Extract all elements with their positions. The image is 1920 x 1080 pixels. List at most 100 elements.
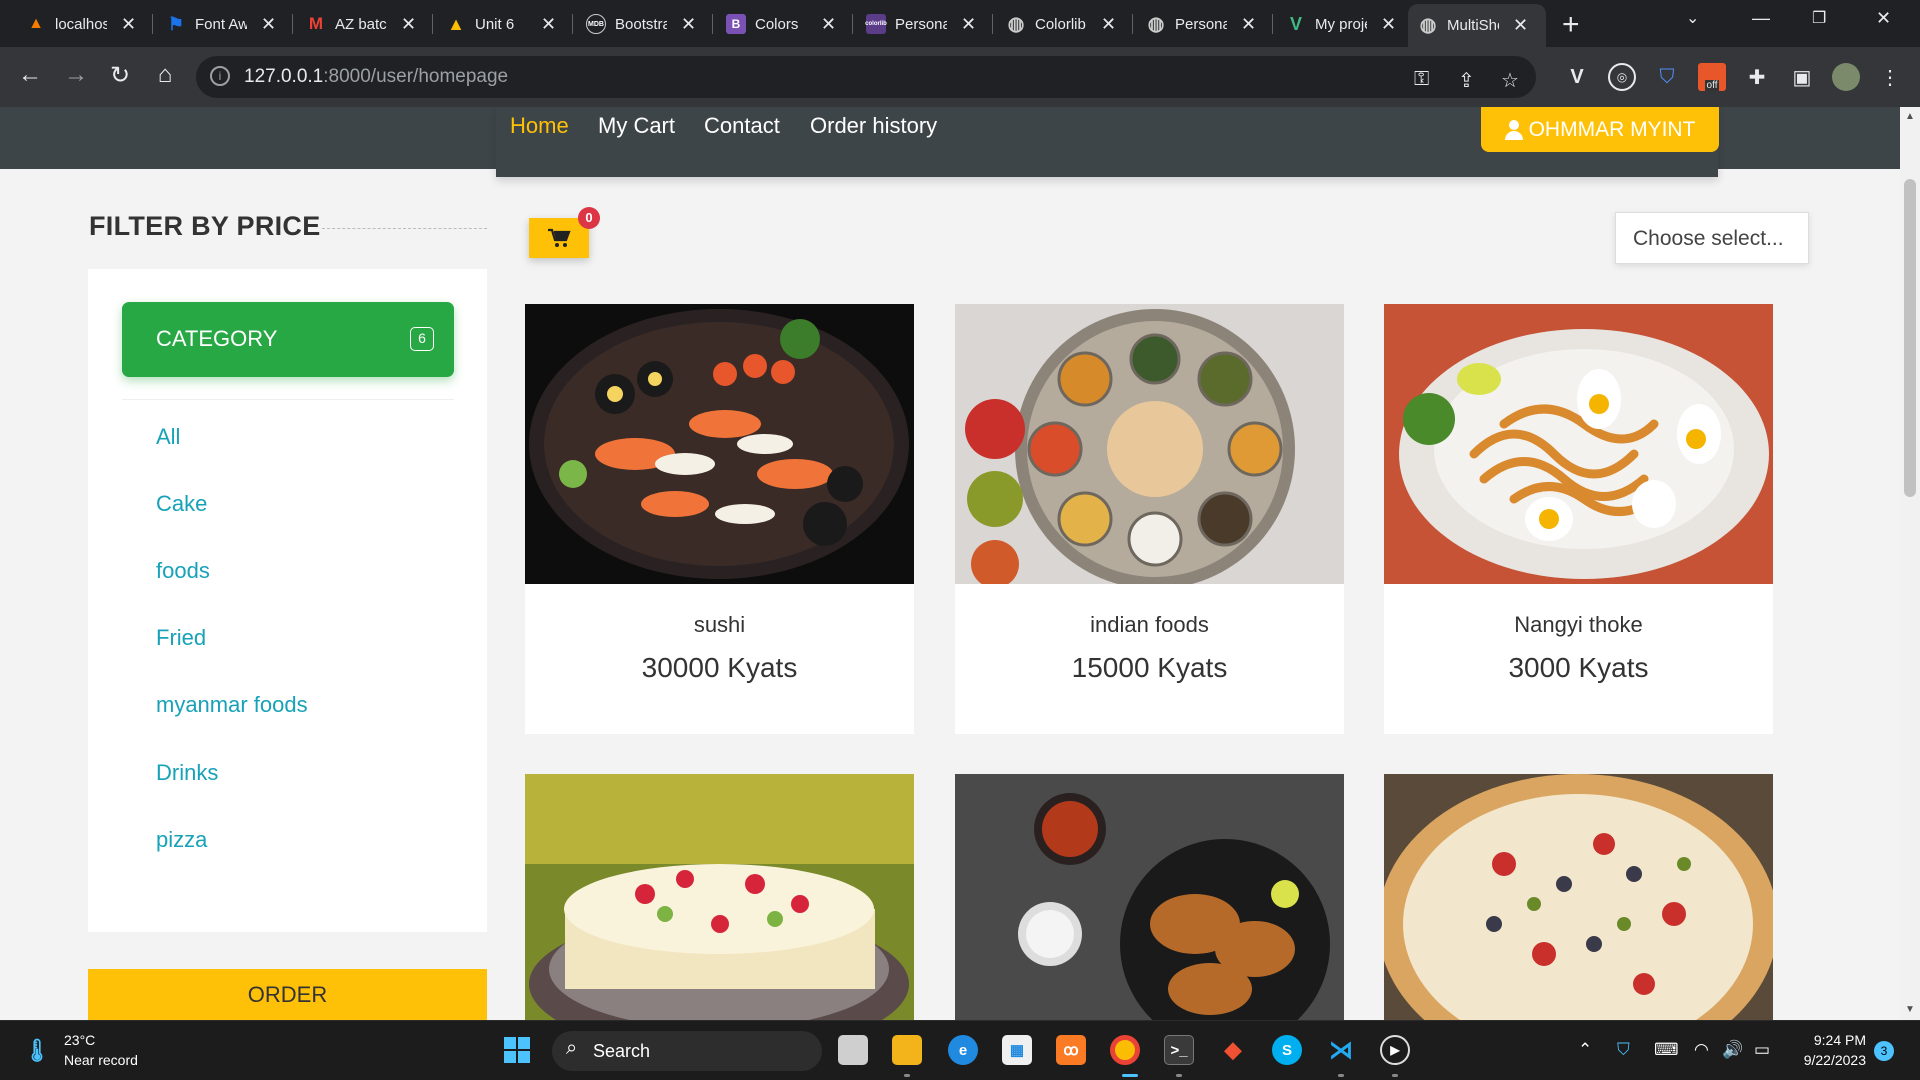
skype-icon[interactable]: S	[1272, 1035, 1302, 1065]
profile-avatar[interactable]	[1832, 63, 1860, 91]
scroll-up-icon[interactable]: ▲	[1905, 111, 1915, 122]
user-account-button[interactable]: OHMMAR MYINT	[1481, 107, 1719, 152]
restore-icon[interactable]: ❐	[1812, 8, 1826, 28]
order-button[interactable]: ORDER	[88, 969, 487, 1020]
edge-icon[interactable]: e	[948, 1035, 978, 1065]
product-image-pizza[interactable]	[1384, 774, 1773, 1020]
defender-icon[interactable]: ⛉	[1617, 1040, 1630, 1060]
xampp-taskbar-icon[interactable]: ꝏ	[1056, 1035, 1086, 1065]
nav-my-cart-link[interactable]: My Cart	[598, 113, 675, 139]
close-tab-icon[interactable]: ✕	[961, 14, 976, 35]
close-tab-icon[interactable]: ✕	[1381, 14, 1396, 35]
taskbar-search[interactable]: ⌕ Search	[552, 1031, 822, 1071]
browser-tab[interactable]: B Colors ✕	[716, 6, 846, 42]
product-image-sushi[interactable]	[525, 304, 914, 584]
category-item-fried[interactable]: Fried	[156, 625, 206, 651]
category-item-cake[interactable]: Cake	[156, 491, 207, 517]
tray-overflow-icon[interactable]: ⌃	[1578, 1040, 1592, 1060]
share-icon[interactable]: ⇪	[1458, 68, 1475, 93]
close-tab-icon[interactable]: ✕	[261, 14, 276, 35]
close-tab-icon[interactable]: ✕	[681, 14, 696, 35]
scroll-down-icon[interactable]: ▼	[1905, 1004, 1915, 1015]
new-tab-icon[interactable]: +	[1562, 8, 1580, 42]
close-tab-icon[interactable]: ✕	[1241, 14, 1256, 35]
thermometer-icon[interactable]: 🌡	[23, 1036, 51, 1066]
product-card[interactable]: indian foods 15000 Kyats	[955, 304, 1344, 734]
site-info-icon[interactable]: i	[210, 66, 230, 86]
bookmark-star-icon[interactable]: ☆	[1501, 68, 1519, 93]
menu-kebab-icon[interactable]: ⋮	[1876, 63, 1904, 91]
close-tab-icon[interactable]: ✕	[121, 14, 136, 35]
battery-icon[interactable]: ▭	[1754, 1040, 1770, 1060]
product-card[interactable]	[525, 774, 914, 1020]
vue-devtools-icon[interactable]: V	[1563, 63, 1591, 91]
nav-home-link[interactable]: Home	[510, 113, 569, 139]
chrome-icon[interactable]	[1110, 1035, 1140, 1065]
browser-tab[interactable]: ◍ Colorlib ✕	[996, 6, 1126, 42]
browser-tab[interactable]: ▲ localhost ✕	[16, 6, 146, 42]
reload-icon[interactable]: ↻	[104, 61, 136, 93]
close-tab-icon[interactable]: ✕	[401, 14, 416, 35]
shield-icon[interactable]: ⛉	[1653, 63, 1681, 91]
clock[interactable]: 9:24 PM 9/22/2023	[1786, 1030, 1866, 1070]
browser-tab[interactable]: colorlib Personal ✕	[856, 6, 986, 42]
file-explorer-icon[interactable]	[892, 1035, 922, 1065]
media-player-icon[interactable]: ▶	[1380, 1035, 1410, 1065]
category-item-foods[interactable]: foods	[156, 558, 210, 584]
product-image-indian-foods[interactable]	[955, 304, 1344, 584]
product-card[interactable]: sushi 30000 Kyats	[525, 304, 914, 734]
product-card[interactable]	[1384, 774, 1773, 1020]
browser-tab[interactable]: M AZ batch ✕	[296, 6, 426, 42]
browser-tab[interactable]: ▲ Unit 6 ✕	[436, 6, 566, 42]
windows-start-icon[interactable]	[502, 1035, 532, 1065]
close-tab-icon[interactable]: ✕	[821, 14, 836, 35]
browser-tab-active[interactable]: ◍ MultiShop ✕	[1408, 4, 1546, 47]
vscode-icon[interactable]: ⋊	[1326, 1035, 1356, 1065]
volume-icon[interactable]: 🔊	[1722, 1040, 1743, 1060]
category-item-all[interactable]: All	[156, 424, 180, 450]
category-header[interactable]: CATEGORY 6	[122, 302, 454, 377]
tab-search-icon[interactable]: ⌄	[1686, 8, 1699, 28]
product-image-cake[interactable]	[525, 774, 914, 1020]
side-panel-icon[interactable]: ▣	[1788, 63, 1816, 91]
nav-order-history-link[interactable]: Order history	[810, 113, 937, 139]
close-tab-icon[interactable]: ✕	[1101, 14, 1116, 35]
close-window-icon[interactable]: ✕	[1876, 8, 1891, 29]
close-tab-icon[interactable]: ✕	[1513, 15, 1528, 36]
extensions-puzzle-icon[interactable]: ✚	[1743, 63, 1771, 91]
git-icon[interactable]: ◆	[1218, 1035, 1248, 1065]
close-tab-icon[interactable]: ✕	[541, 14, 556, 35]
product-image-fried[interactable]	[955, 774, 1344, 1020]
weather-temperature[interactable]: 23°C	[64, 1032, 95, 1048]
sort-select[interactable]: Choose select...	[1615, 212, 1809, 264]
browser-tab[interactable]: ⚑ Font Awesome ✕	[156, 6, 286, 42]
keyboard-icon[interactable]: ⌨	[1654, 1040, 1679, 1060]
minimize-icon[interactable]: —	[1752, 8, 1770, 29]
category-item-drinks[interactable]: Drinks	[156, 760, 218, 786]
home-icon[interactable]: ⌂	[149, 61, 181, 93]
product-card[interactable]	[955, 774, 1344, 1020]
extension-circle-icon[interactable]: ◎	[1608, 63, 1636, 91]
product-card[interactable]: Nangyi thoke 3000 Kyats	[1384, 304, 1773, 734]
off-extension-icon[interactable]: off	[1698, 63, 1726, 91]
weather-description[interactable]: Near record	[64, 1052, 138, 1068]
task-view-icon[interactable]	[838, 1035, 868, 1065]
scrollbar-thumb[interactable]	[1904, 179, 1916, 497]
microsoft-store-icon[interactable]: ▦	[1002, 1035, 1032, 1065]
browser-tab[interactable]: MDB Bootstrap ✕	[576, 6, 706, 42]
browser-tab[interactable]: ◍ Personal ✕	[1136, 6, 1266, 42]
globe-icon: ◍	[1419, 15, 1437, 36]
category-item-pizza[interactable]: pizza	[156, 827, 207, 853]
terminal-icon[interactable]: >_	[1164, 1035, 1194, 1065]
back-icon[interactable]: ←	[14, 61, 46, 93]
notification-badge[interactable]: 3	[1874, 1041, 1894, 1061]
wifi-icon[interactable]: ◠	[1694, 1040, 1709, 1060]
forward-icon[interactable]: →	[60, 61, 92, 93]
browser-tab[interactable]: V My project ✕	[1276, 6, 1406, 42]
category-item-myanmar-foods[interactable]: myanmar foods	[156, 692, 308, 718]
nav-contact-link[interactable]: Contact	[704, 113, 780, 139]
product-image-nangyi-thoke[interactable]	[1384, 304, 1773, 584]
page-scrollbar[interactable]: ▲ ▼	[1900, 107, 1920, 1020]
key-icon[interactable]: ⚿	[1414, 68, 1429, 91]
address-bar[interactable]: i 127.0.0.1:8000/user/homepage ⚿ ⇪ ☆	[196, 56, 1536, 98]
